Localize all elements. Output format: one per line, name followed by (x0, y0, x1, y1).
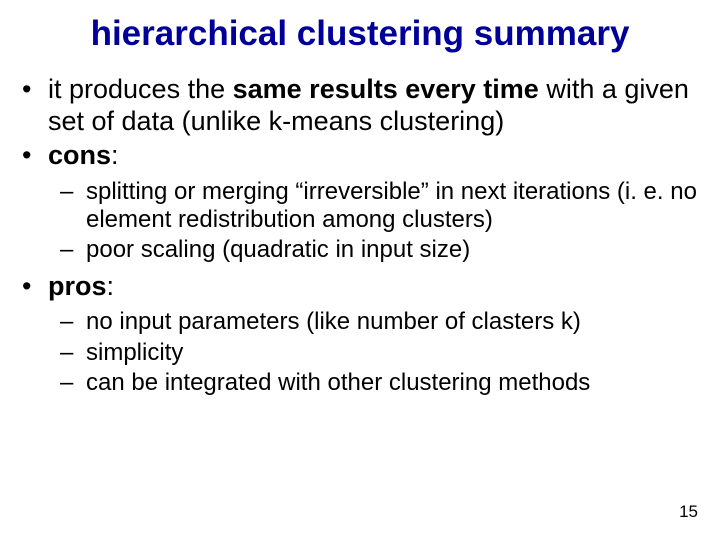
cons-sublist: splitting or merging “irreversible” in n… (0, 178, 720, 265)
text: it produces the (48, 74, 233, 104)
list-item: no input parameters (like number of clas… (0, 308, 720, 336)
list-item: splitting or merging “irreversible” in n… (0, 178, 720, 235)
slide: hierarchical clustering summary it produ… (0, 0, 720, 540)
slide-title: hierarchical clustering summary (0, 0, 720, 62)
cons-label: cons (48, 140, 111, 170)
bullet-list: it produces the same results every time … (0, 62, 720, 397)
page-number: 15 (679, 502, 698, 522)
colon: : (107, 271, 115, 301)
text-bold: same results every time (233, 74, 539, 104)
colon: : (111, 140, 119, 170)
bullet-item-cons: cons: (0, 140, 720, 172)
bullet-item-pros: pros: (0, 271, 720, 303)
pros-sublist: no input parameters (like number of clas… (0, 308, 720, 397)
list-item: can be integrated with other clustering … (0, 369, 720, 397)
bullet-item-1: it produces the same results every time … (0, 74, 720, 138)
list-item: poor scaling (quadratic in input size) (0, 236, 720, 264)
list-item: simplicity (0, 339, 720, 367)
pros-label: pros (48, 271, 107, 301)
